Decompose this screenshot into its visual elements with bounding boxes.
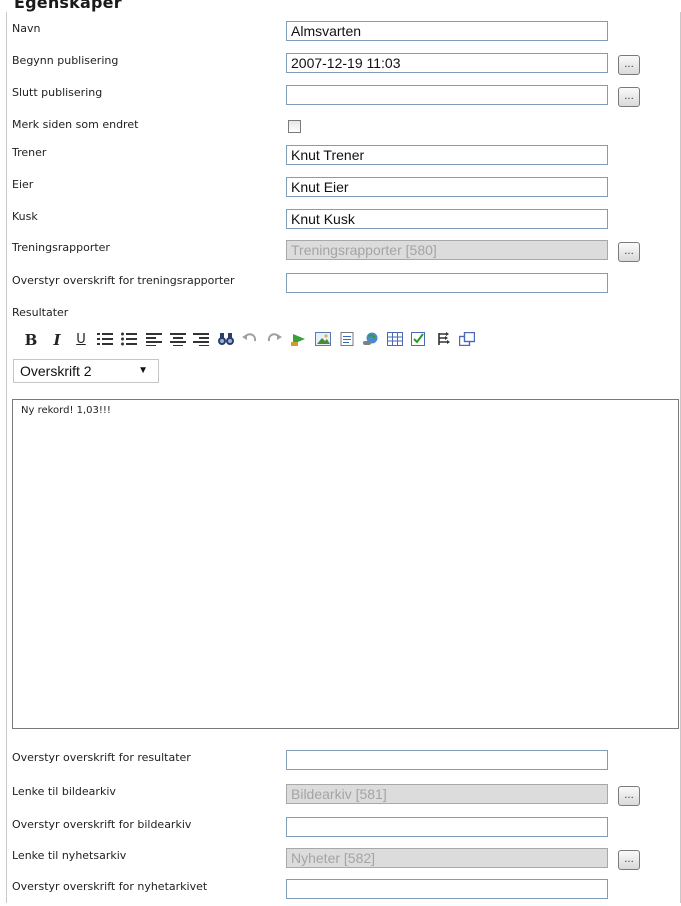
field-label: Slutt publisering [12, 86, 103, 99]
overstyr-resultater-input[interactable] [286, 750, 608, 770]
underline-icon[interactable]: U [72, 330, 90, 350]
field-label: Resultater [12, 306, 69, 319]
find-icon[interactable] [217, 330, 235, 350]
field-row-treningsrapporter: Treningsrapporter Treningsrapporter [580… [6, 237, 679, 267]
field-row-kusk: Kusk Knut Kusk [6, 206, 679, 236]
insert-link-icon[interactable] [290, 330, 308, 350]
chevron-down-icon: ▼ [138, 365, 148, 376]
field-row-bildearkiv: Lenke til bildearkiv Bildearkiv [581] ..… [6, 781, 679, 811]
overstyr-bildearkiv-input[interactable] [286, 817, 608, 837]
field-label: Begynn publisering [12, 54, 119, 67]
page-picker-button[interactable]: ... [618, 242, 640, 262]
date-picker-button[interactable]: ... [618, 55, 640, 75]
field-row-slutt-publisering: Slutt publisering ... [6, 82, 679, 112]
field-row-overstyr-resultater: Overstyr overskrift for resultater [6, 747, 679, 777]
field-label: Overstyr overskrift for resultater [12, 751, 191, 764]
align-left-icon[interactable] [145, 330, 163, 350]
slutt-publisering-input[interactable] [286, 85, 608, 105]
field-row-trener: Trener Knut Trener [6, 142, 679, 172]
field-label: Navn [12, 22, 41, 35]
editor-toolbar: B I U [12, 330, 672, 354]
page-picker-button[interactable]: ... [618, 786, 640, 806]
ordered-list-icon[interactable] [96, 330, 114, 350]
field-row-overstyr-bildearkiv: Overstyr overskrift for bildearkiv [6, 814, 679, 844]
field-label: Lenke til bildearkiv [12, 785, 116, 798]
field-label: Overstyr overskrift for bildearkiv [12, 818, 192, 831]
field-label: Eier [12, 178, 34, 191]
begynn-publisering-input[interactable]: 2007-12-19 11:03 [286, 53, 608, 73]
insert-image-icon[interactable] [314, 330, 332, 350]
align-right-icon[interactable] [192, 330, 210, 350]
field-label: Overstyr overskrift for nyhetarkivet [12, 880, 208, 893]
italic-icon[interactable]: I [48, 330, 66, 350]
field-label: Lenke til nyhetsarkiv [12, 849, 127, 862]
overstyr-treningsrapporter-input[interactable] [286, 273, 608, 293]
page-picker-button[interactable]: ... [618, 850, 640, 870]
page-title: Egenskaper [14, 0, 122, 12]
trener-input[interactable]: Knut Trener [286, 145, 608, 165]
spellcheck-icon[interactable] [410, 330, 428, 350]
fullscreen-icon[interactable] [458, 330, 476, 350]
insert-hyperlink-icon[interactable] [362, 330, 380, 350]
field-row-overstyr-treningsrapporter: Overstyr overskrift for treningsrapporte… [6, 270, 679, 300]
field-label: Overstyr overskrift for treningsrapporte… [12, 274, 235, 287]
field-row-eier: Eier Knut Eier [6, 174, 679, 204]
format-select[interactable]: Overskrift 2 ▼ [13, 359, 159, 383]
field-row-merk-endret: Merk siden som endret [6, 114, 679, 144]
merk-endret-checkbox[interactable] [288, 120, 301, 133]
field-label: Kusk [12, 210, 38, 223]
redo-icon[interactable] [265, 330, 283, 350]
date-picker-button[interactable]: ... [618, 87, 640, 107]
undo-icon[interactable] [241, 330, 259, 350]
field-row-navn: Navn Almsvarten [6, 18, 679, 48]
field-row-resultater: Resultater [6, 302, 679, 332]
field-row-nyhetsarkiv: Lenke til nyhetsarkiv Nyheter [582] ... [6, 845, 679, 875]
insert-document-icon[interactable] [338, 330, 356, 350]
nyhetsarkiv-input: Nyheter [582] [286, 848, 608, 868]
field-row-overstyr-nyhetarkivet: Overstyr overskrift for nyhetarkivet [6, 876, 679, 906]
paste-icon[interactable] [434, 330, 452, 350]
treningsrapporter-input: Treningsrapporter [580] [286, 240, 608, 260]
kusk-input[interactable]: Knut Kusk [286, 209, 608, 229]
eier-input[interactable]: Knut Eier [286, 177, 608, 197]
bildearkiv-input: Bildearkiv [581] [286, 784, 608, 804]
field-label: Trener [12, 146, 47, 159]
unordered-list-icon[interactable] [120, 330, 138, 350]
rich-text-editor[interactable]: Ny rekord! 1,03!!! [12, 399, 679, 729]
field-row-begynn-publisering: Begynn publisering 2007-12-19 11:03 ... [6, 50, 679, 80]
overstyr-nyhetarkivet-input[interactable] [286, 879, 608, 899]
field-label: Merk siden som endret [12, 118, 139, 131]
field-label: Treningsrapporter [12, 241, 110, 254]
align-center-icon[interactable] [169, 330, 187, 350]
format-select-value: Overskrift 2 [20, 363, 92, 379]
bold-icon[interactable]: B [22, 330, 40, 350]
editor-content[interactable]: Ny rekord! 1,03!!! [21, 405, 111, 416]
insert-table-icon[interactable] [386, 330, 404, 350]
navn-input[interactable]: Almsvarten [286, 21, 608, 41]
